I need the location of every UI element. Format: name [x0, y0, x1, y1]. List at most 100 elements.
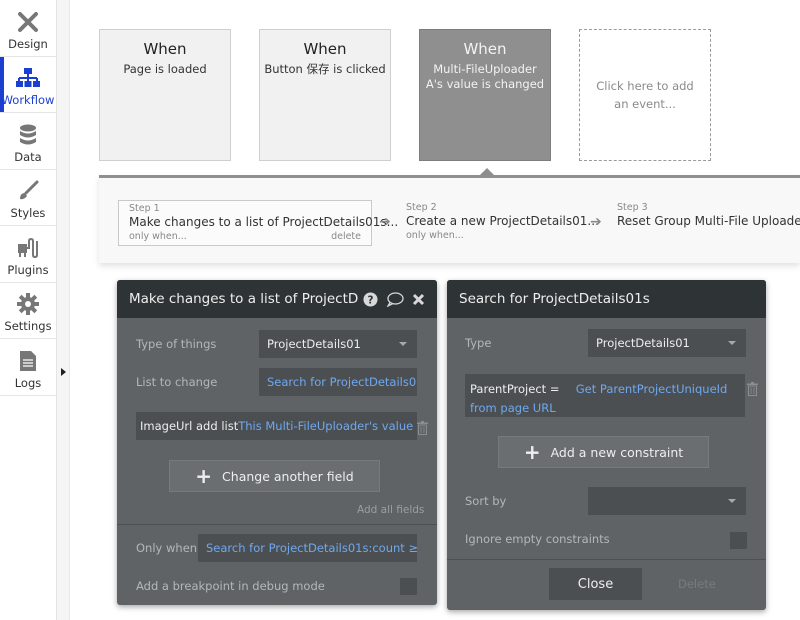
chevron-down-icon	[728, 499, 736, 503]
constraint-row[interactable]: ParentProject = Get ParentProjectUniqueI…	[465, 374, 745, 417]
sidebar-item-label: Settings	[4, 319, 52, 333]
sidebar-item-label: Styles	[10, 206, 46, 220]
brush-icon	[16, 179, 40, 203]
event-when: When	[463, 40, 507, 58]
step-3[interactable]: Step 3 Reset Group Multi-File Uploader	[607, 200, 800, 246]
comment-icon[interactable]	[386, 291, 404, 307]
help-icon[interactable]: ?	[363, 291, 378, 307]
event-when: When	[303, 40, 347, 58]
steps-bar: Step 1 Make changes to a list of Project…	[99, 175, 800, 263]
sidebar-item-plugins[interactable]: Plugins	[0, 226, 56, 283]
sidebar-item-settings[interactable]: Settings	[0, 283, 56, 339]
close-icon[interactable]	[412, 293, 425, 306]
sidebar-item-label: Plugins	[7, 262, 49, 277]
add-constraint-button[interactable]: + Add a new constraint	[498, 436, 709, 468]
gear-icon	[16, 292, 40, 316]
arrow-right-icon: ➔	[379, 214, 391, 230]
plus-icon: +	[523, 440, 541, 464]
step-only-when-link[interactable]: only when...	[129, 231, 187, 242]
expression-value: Search for ProjectDetails01s:count ≥ 1	[206, 541, 417, 555]
step-title: Reset Group Multi-File Uploader	[617, 214, 800, 228]
event-when: When	[143, 40, 187, 58]
step-2[interactable]: Step 2 Create a new ProjectDetails01... …	[396, 200, 599, 246]
chevron-down-icon	[728, 341, 736, 345]
constraint-field: ParentProject =	[470, 382, 560, 396]
panel-header: Search for ProjectDetails01s	[447, 280, 766, 318]
trash-icon[interactable]	[747, 381, 758, 396]
event-card-uploader-changed[interactable]: When Multi-FileUploader A's value is cha…	[419, 29, 551, 161]
event-card-page-loaded[interactable]: When Page is loaded	[99, 29, 231, 161]
button-label: Close	[577, 576, 614, 592]
expression-value: Search for ProjectDetails01s	[267, 375, 417, 389]
sort-by-dropdown[interactable]	[588, 487, 746, 515]
button-label: Add a new constraint	[550, 444, 684, 460]
selected-event-pointer	[480, 168, 494, 175]
expand-arrow-icon[interactable]	[61, 368, 66, 376]
delete-button[interactable]: Delete	[678, 577, 716, 591]
ignore-empty-label: Ignore empty constraints	[465, 532, 610, 546]
sidebar-item-design[interactable]: Design	[0, 0, 56, 57]
type-of-things-dropdown[interactable]: ProjectDetails01	[259, 330, 417, 358]
step-number: Step 3	[617, 202, 648, 213]
sidebar-item-label: Data	[14, 149, 42, 164]
list-to-change-field[interactable]: Search for ProjectDetails01s	[259, 368, 417, 396]
add-event-label: Click here to add an event...	[596, 79, 694, 111]
close-button[interactable]: Close	[549, 568, 642, 600]
sidebar-item-label: Logs	[14, 375, 42, 390]
sidebar-item-workflow[interactable]: Workflow	[0, 56, 56, 113]
divider	[117, 524, 437, 525]
design-icon	[16, 10, 40, 34]
event-card-button-clicked[interactable]: When Button 保存 is clicked	[259, 29, 391, 161]
type-dropdown[interactable]: ProjectDetails01	[588, 329, 746, 357]
sidebar-item-data[interactable]: Data	[0, 113, 56, 170]
make-changes-panel: Make changes to a list of ProjectD ? Typ…	[117, 280, 437, 605]
workflow-icon	[16, 66, 40, 90]
database-icon	[16, 123, 40, 147]
svg-text:?: ?	[368, 294, 374, 306]
breakpoint-checkbox[interactable]	[400, 578, 417, 595]
panel-title: Search for ProjectDetails01s	[459, 291, 650, 307]
dropdown-value: ProjectDetails01	[596, 336, 690, 350]
sidebar-item-label: Design	[8, 36, 48, 51]
type-of-things-label: Type of things	[136, 337, 217, 351]
sidebar-item-label: Workflow	[1, 93, 55, 107]
sidebar-item-logs[interactable]: Logs	[0, 339, 56, 396]
change-another-field-button[interactable]: + Change another field	[169, 460, 380, 492]
plus-icon: +	[195, 464, 213, 488]
field-change-value[interactable]: This Multi-FileUploader's value	[238, 419, 413, 433]
only-when-label: Only when	[136, 541, 198, 555]
type-label: Type	[465, 336, 492, 350]
ignore-empty-checkbox[interactable]	[730, 532, 747, 549]
step-title: Make changes to a list of ProjectDetails…	[129, 215, 399, 229]
panel-header: Make changes to a list of ProjectD ?	[117, 280, 437, 318]
sidebar-nav: Design Workflow Data Styles Plugins Sett…	[0, 0, 57, 620]
step-1[interactable]: Step 1 Make changes to a list of Project…	[118, 200, 399, 246]
document-icon	[16, 349, 40, 373]
step-only-when-link[interactable]: only when...	[406, 230, 464, 241]
step-number: Step 1	[129, 203, 160, 214]
step-delete-link[interactable]: delete	[331, 231, 361, 242]
plug-icon	[16, 236, 40, 260]
trash-icon[interactable]	[417, 420, 428, 435]
dropdown-value: ProjectDetails01	[267, 337, 361, 351]
field-change-name: ImageUrl add list	[140, 419, 239, 433]
add-event-card[interactable]: Click here to add an event...	[579, 29, 711, 161]
breakpoint-label: Add a breakpoint in debug mode	[136, 579, 325, 593]
collapse-strip	[57, 0, 70, 620]
panel-title: Make changes to a list of ProjectD	[129, 291, 359, 307]
add-all-fields-link[interactable]: Add all fields	[357, 504, 424, 516]
step-title: Create a new ProjectDetails01...	[406, 214, 599, 228]
search-panel: Search for ProjectDetails01s Type Projec…	[447, 280, 766, 610]
button-label: Change another field	[222, 468, 354, 484]
step-number: Step 2	[406, 202, 437, 213]
sort-by-label: Sort by	[465, 494, 507, 508]
sidebar-item-styles[interactable]: Styles	[0, 170, 56, 226]
chevron-down-icon	[399, 342, 407, 346]
event-description: Button 保存 is clicked	[264, 62, 386, 76]
event-description: Multi-FileUploader A's value is changed	[425, 62, 545, 91]
arrow-right-icon: ➔	[590, 214, 602, 230]
only-when-field[interactable]: Search for ProjectDetails01s:count ≥ 1	[198, 534, 417, 562]
list-to-change-label: List to change	[136, 375, 218, 389]
event-description: Page is loaded	[123, 62, 207, 76]
field-change-row[interactable]: ImageUrl add list This Multi-FileUploade…	[136, 412, 417, 440]
